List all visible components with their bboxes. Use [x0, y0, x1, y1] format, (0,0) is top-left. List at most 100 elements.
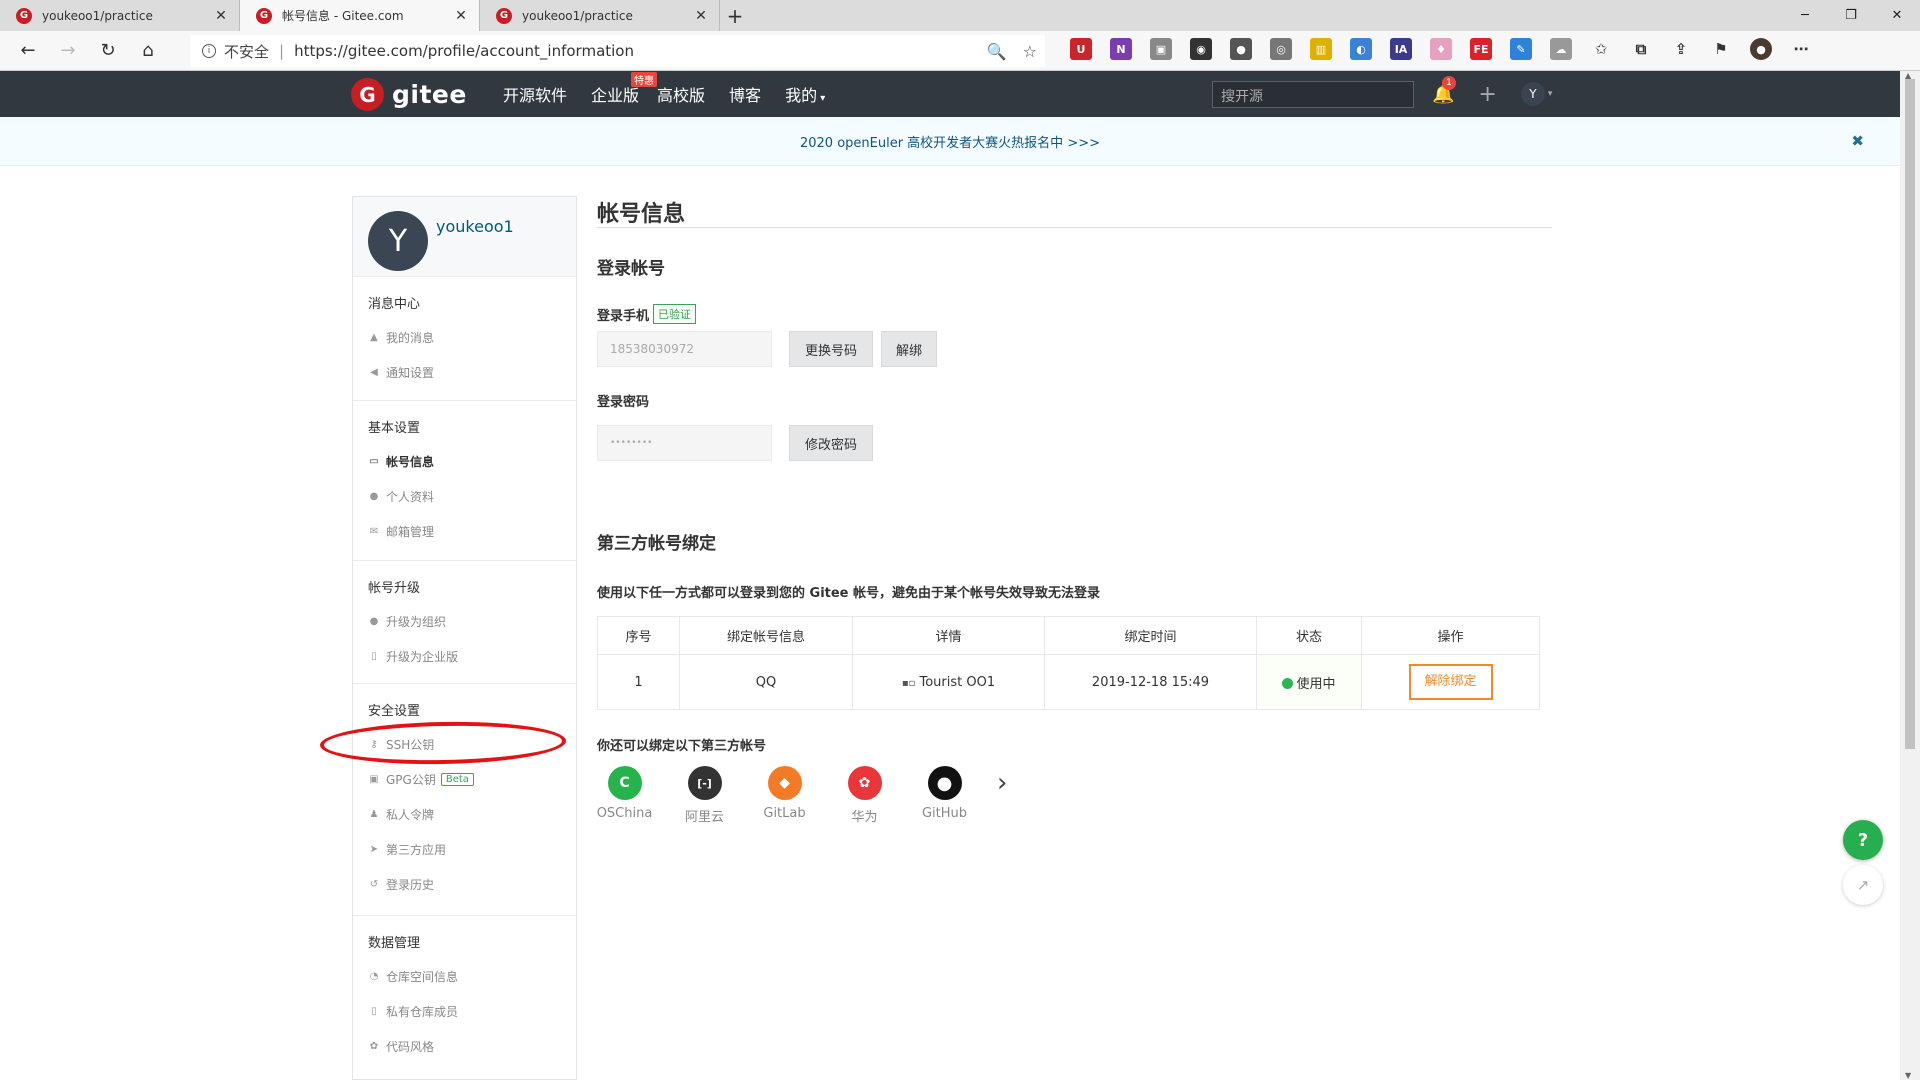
feedback-icon[interactable]: ⚑ [1710, 38, 1732, 60]
extension-globe-icon[interactable]: ◐ [1350, 38, 1372, 60]
sidebar-item-tokens[interactable]: ♟ 私人令牌 [368, 806, 435, 823]
unbind-phone-button[interactable]: 解绑 [881, 331, 937, 367]
search-input[interactable]: 搜开源 [1212, 81, 1414, 108]
external-link-icon[interactable]: ↗ [1843, 865, 1883, 905]
close-window-icon[interactable]: ✕ [1874, 0, 1920, 31]
scrollbar-thumb[interactable] [1905, 79, 1915, 749]
page-scrollbar[interactable]: ▲ ▼ [1900, 71, 1920, 1080]
close-icon[interactable]: ✕ [693, 8, 709, 24]
notification-bell[interactable]: 🔔 1 [1432, 75, 1456, 105]
gitee-icon: G [496, 7, 512, 24]
favorites-icon[interactable]: ✩ [1590, 38, 1612, 60]
refresh-icon[interactable]: ↻ [88, 31, 128, 71]
close-icon[interactable]: ✕ [453, 8, 469, 24]
user-menu[interactable]: Y ▾ [1520, 82, 1552, 106]
restore-icon[interactable]: ❐ [1828, 0, 1874, 31]
sidebar-item-notify-settings[interactable]: ◀ 通知设置 [368, 364, 434, 381]
provider-huawei[interactable]: ✿ 华为 [837, 766, 892, 825]
help-button[interactable]: ? [1843, 820, 1883, 860]
sidebar-item-profile[interactable]: ● 个人资料 [368, 488, 434, 505]
extension-gift-icon[interactable]: ♦ [1430, 38, 1452, 60]
extension-group-icon[interactable]: ● [1230, 38, 1252, 60]
browser-tab-1[interactable]: G youkeoo1/practice ✕ [0, 0, 240, 31]
announcement-link[interactable]: 2020 openEuler 高校开发者大赛火热报名中 >>> [800, 132, 1100, 151]
nav-enterprise[interactable]: 企业版 特惠 [591, 72, 658, 106]
nav-open-source[interactable]: 开源软件 [503, 82, 567, 106]
table-row: 1 QQ ▪▫ Tourist OO1 2019-12-18 15:49 使用中 … [597, 654, 1540, 710]
sidebar-item-upgrade-org[interactable]: ● 升级为组织 [368, 613, 446, 630]
sidebar-item-my-messages[interactable]: ▲ 我的消息 [368, 329, 434, 346]
section-title: 帐号升级 [368, 581, 421, 596]
url-field[interactable]: i 不安全 | https://gitee.com/profile/accoun… [190, 35, 1045, 67]
browser-tab-2[interactable]: G 帐号信息 - Gitee.com ✕ [240, 0, 480, 31]
star-icon[interactable]: ☆ [1023, 42, 1037, 61]
minimize-icon[interactable]: ─ [1782, 0, 1828, 31]
close-icon[interactable]: ✖ [1851, 132, 1864, 150]
home-icon[interactable]: ⌂ [128, 31, 168, 71]
info-icon[interactable]: i [202, 44, 216, 58]
password-field[interactable]: •••••••• [597, 425, 772, 461]
more-icon[interactable]: ⋯ [1790, 38, 1812, 60]
unbind-account-button[interactable]: 解除绑定 [1408, 664, 1493, 700]
chevron-right-icon[interactable]: › [997, 768, 1007, 798]
section-basic: 基本设置 ▭ 帐号信息 ● 个人资料 ✉ 邮箱管理 [353, 401, 576, 561]
github-icon: ● [927, 766, 962, 800]
extension-ia-icon[interactable]: IA [1390, 38, 1412, 60]
provider-oschina[interactable]: C OSChina [597, 766, 652, 821]
new-tab-icon[interactable]: + [720, 0, 750, 31]
status-dot-icon [1282, 677, 1294, 689]
beta-badge: Beta [440, 773, 474, 786]
column-header: 绑定帐号信息 [679, 616, 853, 655]
sidebar-item-email[interactable]: ✉ 邮箱管理 [368, 523, 434, 540]
back-icon[interactable]: ← [8, 31, 48, 71]
gitee-logo[interactable]: G gitee [351, 78, 467, 111]
main-nav: 开源软件 企业版 特惠 高校版 博客 我的 ▾ [503, 71, 825, 117]
change-password-button[interactable]: 修改密码 [789, 425, 873, 461]
section-security: 安全设置 ⚷ SSH公钥 ▣ GPG公钥 Beta ♟ 私人令牌 ➤ 第三方应用 ↺ 登录历… [353, 684, 576, 916]
browser-tab-3[interactable]: G youkeoo1/practice ✕ [480, 0, 720, 31]
nav-mine[interactable]: 我的 ▾ [785, 82, 825, 106]
title-divider [597, 227, 1552, 228]
extension-onenote-icon[interactable]: N [1110, 38, 1132, 60]
extension-camera-icon[interactable]: ◎ [1270, 38, 1292, 60]
sidebar-item-upgrade-enterprise[interactable]: ▯ 升级为企业版 [368, 648, 458, 665]
section-messages: 消息中心 ▲ 我的消息 ◀ 通知设置 [353, 277, 576, 401]
forward-icon[interactable]: → [48, 31, 88, 71]
collections-icon[interactable]: ⧉ [1630, 38, 1652, 60]
nav-blog[interactable]: 博客 [729, 82, 761, 106]
sidebar-item-third-party-apps[interactable]: ➤ 第三方应用 [368, 841, 446, 858]
username-link[interactable]: youkeoo1 [436, 217, 514, 236]
bound-accounts-table: 序号 绑定帐号信息 详情 绑定时间 状态 操作 1 QQ ▪▫ Tourist O… [597, 616, 1540, 710]
user-icon: ● [369, 491, 379, 502]
phone-field[interactable]: 18538030972 [597, 331, 772, 367]
share-icon[interactable]: ⇪ [1670, 38, 1692, 60]
extension-box-icon[interactable]: ▣ [1150, 38, 1172, 60]
extension-shield-icon[interactable]: U [1070, 38, 1092, 60]
plus-icon[interactable]: + [1478, 82, 1496, 107]
sidebar-item-login-history[interactable]: ↺ 登录历史 [368, 876, 434, 893]
extension-cloud-icon[interactable]: ☁ [1550, 38, 1572, 60]
sidebar-item-gpg-keys[interactable]: ▣ GPG公钥 Beta [368, 771, 474, 788]
scroll-down-icon[interactable]: ▼ [1905, 1071, 1911, 1080]
sidebar-item-private-members[interactable]: ▯ 私有仓库成员 [368, 1003, 458, 1020]
close-icon[interactable]: ✕ [213, 8, 229, 24]
provider-github[interactable]: ● GitHub [917, 766, 972, 821]
extension-fe-icon[interactable]: FE [1470, 38, 1492, 60]
oschina-icon: C [607, 766, 642, 800]
provider-aliyun[interactable]: [-] 阿里云 [677, 766, 732, 825]
avatar[interactable]: Y [368, 211, 428, 271]
extension-pen-icon[interactable]: ✎ [1510, 38, 1532, 60]
sidebar-item-repo-space[interactable]: ◔ 仓库空间信息 [368, 968, 458, 985]
zoom-icon[interactable]: 🔍 [987, 42, 1007, 61]
sidebar-item-code-style[interactable]: ✿ 代码风格 [368, 1038, 434, 1055]
change-phone-button[interactable]: 更换号码 [789, 331, 873, 367]
extension-bar: U N ▣ ◉ ● ◎ ▥ ◐ IA ♦ FE ✎ ☁ ✩ ⧉ ⇪ ⚑ ● ⋯ [1070, 38, 1812, 60]
extension-mask-icon[interactable]: ◉ [1190, 38, 1212, 60]
provider-gitlab[interactable]: ◆ GitLab [757, 766, 812, 821]
sidebar-item-account-info[interactable]: ▭ 帐号信息 [368, 453, 434, 470]
nav-university[interactable]: 高校版 [657, 82, 705, 106]
hot-badge: 特惠 [631, 72, 658, 87]
profile-avatar-icon[interactable]: ● [1750, 38, 1772, 60]
extension-yellow-icon[interactable]: ▥ [1310, 38, 1332, 60]
huawei-icon: ✿ [847, 766, 882, 800]
